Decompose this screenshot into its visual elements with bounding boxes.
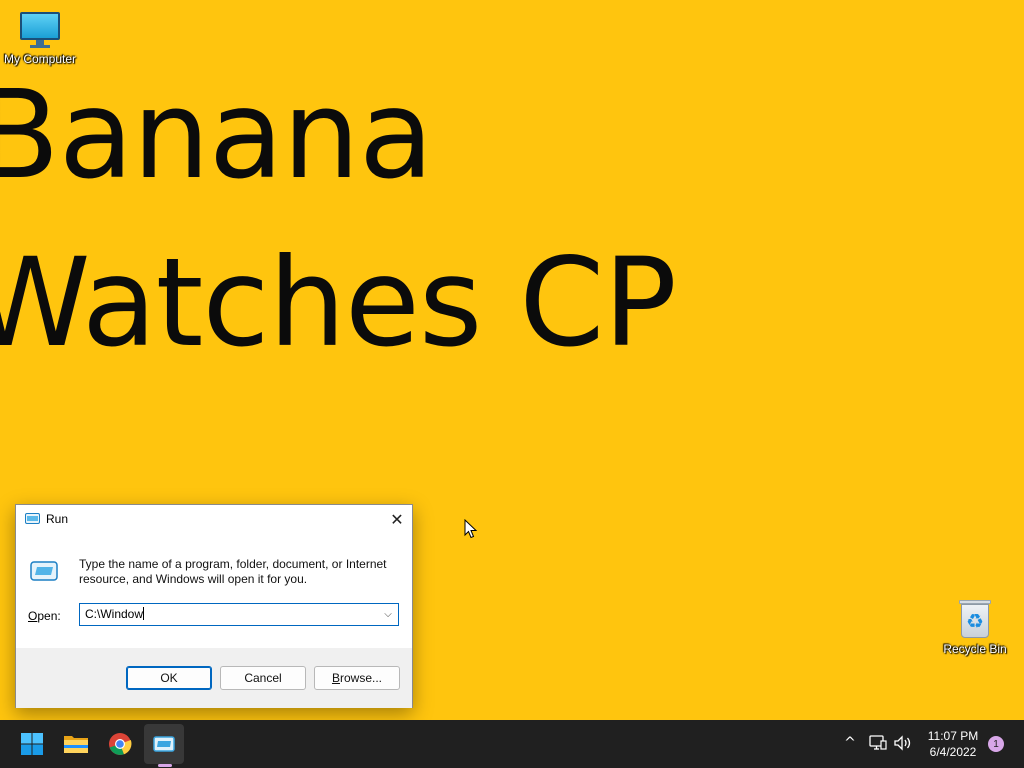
ok-button[interactable]: OK — [126, 666, 212, 690]
active-app-indicator — [158, 764, 172, 767]
chevron-up-icon: ^ — [844, 735, 856, 751]
folder-icon — [64, 736, 88, 753]
wallpaper-text-line-1: Banana — [0, 64, 434, 206]
taskbar-file-explorer[interactable] — [56, 724, 96, 764]
dialog-footer: OK Cancel Browse... — [16, 648, 412, 708]
desktop-icon-recycle-bin[interactable]: ♻ Recycle Bin — [935, 598, 1015, 656]
open-label: Open: — [28, 609, 61, 623]
run-description: Type the name of a program, folder, docu… — [79, 557, 387, 586]
desktop-icon-my-computer[interactable]: My Computer — [0, 10, 80, 66]
run-titlebar[interactable]: Run ✕ — [16, 505, 412, 533]
system-clock[interactable]: 11:07 PM 6/4/2022 — [920, 728, 986, 760]
recycle-bin-icon: ♻ — [957, 598, 993, 640]
wallpaper-text-line-2: Watches CP — [0, 232, 677, 374]
desktop-icon-label: My Computer — [3, 52, 77, 66]
clock-date: 6/4/2022 — [929, 745, 977, 759]
close-button[interactable]: ✕ — [382, 505, 412, 533]
open-input[interactable]: C:\Window — [85, 607, 375, 621]
volume-icon[interactable] — [893, 735, 913, 751]
run-icon — [25, 513, 40, 524]
desktop-icon-label: Recycle Bin — [943, 642, 1007, 656]
taskbar-run[interactable] — [144, 724, 184, 764]
window-title: Run — [46, 512, 69, 526]
cancel-button[interactable]: Cancel — [220, 666, 306, 690]
chevron-down-icon: ⌵ — [384, 609, 392, 620]
run-program-icon — [30, 561, 58, 581]
dropdown-button[interactable]: ⌵ — [378, 604, 398, 625]
run-icon — [153, 736, 175, 752]
windows-start-icon — [21, 733, 43, 755]
clock-time: 11:07 PM — [927, 729, 979, 743]
show-hidden-icons-button[interactable]: ^ — [840, 733, 860, 753]
start-button[interactable] — [12, 724, 52, 764]
close-icon: ✕ — [390, 509, 404, 529]
run-dialog: Run ✕ Type the name of a program, folder… — [15, 504, 413, 708]
notification-badge[interactable]: 1 — [988, 736, 1004, 752]
network-icon[interactable] — [869, 735, 887, 751]
browse-button[interactable]: Browse... — [314, 666, 400, 690]
chrome-icon — [109, 733, 132, 755]
monitor-icon — [18, 10, 62, 50]
mouse-cursor-icon — [464, 519, 478, 539]
open-combobox[interactable]: C:\Window ⌵ — [79, 603, 399, 626]
taskbar-chrome[interactable] — [100, 724, 140, 764]
